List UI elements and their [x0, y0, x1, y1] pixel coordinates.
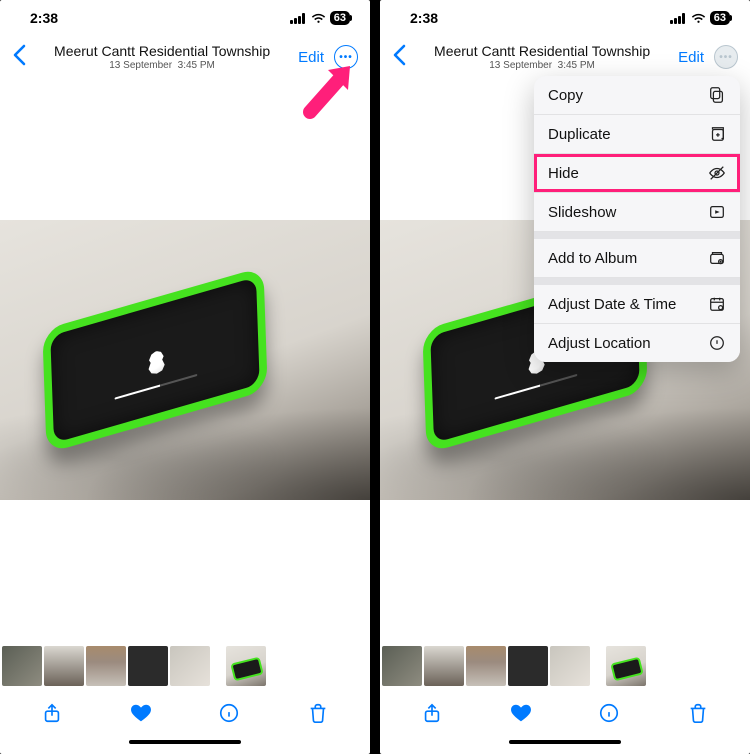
- status-time: 2:38: [410, 10, 438, 26]
- status-right: 63: [670, 11, 730, 25]
- subtitle: 13 September 3:45 PM: [406, 60, 678, 71]
- duplicate-icon: [708, 125, 726, 143]
- battery-indicator: 63: [710, 11, 730, 25]
- home-indicator[interactable]: [0, 736, 370, 754]
- screenshot-left: 2:38 63 Meerut Cantt Residential Townshi…: [0, 0, 370, 754]
- thumbnail[interactable]: [382, 646, 422, 686]
- thumbnail[interactable]: [466, 646, 506, 686]
- location-icon: [708, 334, 726, 352]
- copy-icon: [708, 86, 726, 104]
- bottom-toolbar: [0, 690, 370, 736]
- title-block: Meerut Cantt Residential Township 13 Sep…: [406, 43, 678, 71]
- menu-slideshow[interactable]: Slideshow: [534, 193, 740, 232]
- menu-label: Adjust Location: [548, 335, 651, 352]
- photo: [0, 220, 370, 500]
- share-button[interactable]: [40, 701, 64, 725]
- wifi-icon: [311, 13, 326, 24]
- hide-icon: [708, 164, 726, 182]
- home-indicator[interactable]: [380, 736, 750, 754]
- share-button[interactable]: [420, 701, 444, 725]
- wifi-icon: [691, 13, 706, 24]
- thumbnail[interactable]: [170, 646, 210, 686]
- thumbnail[interactable]: [86, 646, 126, 686]
- menu-separator: [534, 232, 740, 239]
- menu-hide[interactable]: Hide: [534, 154, 740, 193]
- delete-button[interactable]: [686, 701, 710, 725]
- thumbnail[interactable]: [550, 646, 590, 686]
- album-icon: [708, 249, 726, 267]
- thumbnail[interactable]: [424, 646, 464, 686]
- menu-label: Add to Album: [548, 250, 637, 267]
- info-button[interactable]: [597, 701, 621, 725]
- photo-viewer[interactable]: [0, 78, 370, 642]
- status-bar: 2:38 63: [380, 0, 750, 36]
- cellular-signal-icon: [670, 13, 685, 24]
- menu-label: Hide: [548, 165, 579, 182]
- thumbnail[interactable]: [44, 646, 84, 686]
- menu-label: Copy: [548, 87, 583, 104]
- calendar-icon: [708, 295, 726, 313]
- edit-button[interactable]: Edit: [298, 49, 324, 66]
- menu-add-album[interactable]: Add to Album: [534, 239, 740, 278]
- menu-duplicate[interactable]: Duplicate: [534, 115, 740, 154]
- nav-header: Meerut Cantt Residential Township 13 Sep…: [380, 36, 750, 78]
- delete-button[interactable]: [306, 701, 330, 725]
- location-title: Meerut Cantt Residential Township: [26, 43, 298, 59]
- thumbnail-selected[interactable]: [226, 646, 266, 686]
- thumbnail-strip[interactable]: [380, 642, 750, 690]
- location-title: Meerut Cantt Residential Township: [406, 43, 678, 59]
- menu-adjust-date[interactable]: Adjust Date & Time: [534, 285, 740, 324]
- more-button[interactable]: •••: [334, 45, 358, 69]
- thumbnail[interactable]: [128, 646, 168, 686]
- thumbnail-strip[interactable]: [0, 642, 370, 690]
- status-time: 2:38: [30, 10, 58, 26]
- cellular-signal-icon: [290, 13, 305, 24]
- favorite-button[interactable]: [509, 701, 533, 725]
- menu-copy[interactable]: Copy: [534, 76, 740, 115]
- context-menu: Copy Duplicate Hide Slideshow Add to Al: [534, 76, 740, 362]
- bottom-toolbar: [380, 690, 750, 736]
- subtitle: 13 September 3:45 PM: [26, 60, 298, 71]
- title-block: Meerut Cantt Residential Township 13 Sep…: [26, 43, 298, 71]
- menu-label: Adjust Date & Time: [548, 296, 676, 313]
- menu-label: Duplicate: [548, 126, 611, 143]
- battery-indicator: 63: [330, 11, 350, 25]
- nav-header: Meerut Cantt Residential Township 13 Sep…: [0, 36, 370, 78]
- slideshow-icon: [708, 203, 726, 221]
- screenshot-right: 2:38 63 Meerut Cantt Residential Townshi…: [380, 0, 750, 754]
- menu-adjust-location[interactable]: Adjust Location: [534, 324, 740, 362]
- info-button[interactable]: [217, 701, 241, 725]
- menu-separator: [534, 278, 740, 285]
- thumbnail[interactable]: [2, 646, 42, 686]
- thumbnail-selected[interactable]: [606, 646, 646, 686]
- favorite-button[interactable]: [129, 701, 153, 725]
- edit-button[interactable]: Edit: [678, 49, 704, 66]
- status-right: 63: [290, 11, 350, 25]
- status-bar: 2:38 63: [0, 0, 370, 36]
- more-button-active[interactable]: •••: [714, 45, 738, 69]
- menu-label: Slideshow: [548, 204, 616, 221]
- thumbnail[interactable]: [508, 646, 548, 686]
